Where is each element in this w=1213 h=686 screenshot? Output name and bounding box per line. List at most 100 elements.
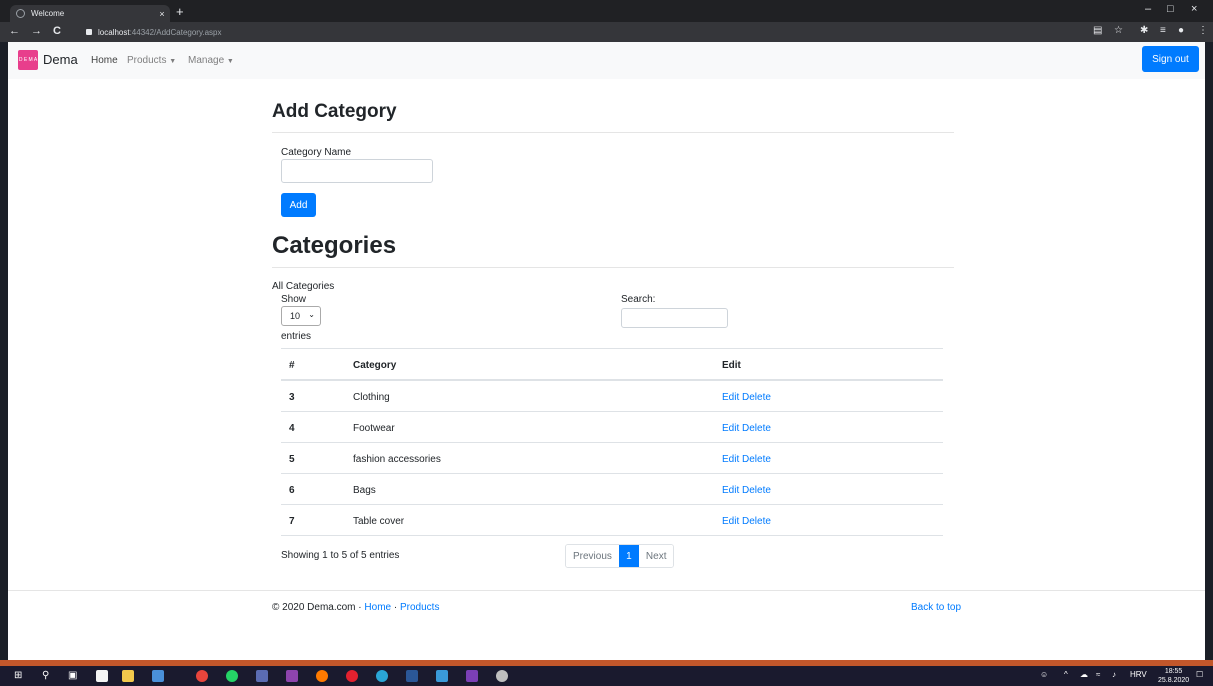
minimize-button[interactable]: –: [1145, 3, 1151, 15]
add-category-heading: Add Category: [272, 101, 397, 122]
kebab-menu-icon[interactable]: ⋮: [1198, 25, 1208, 36]
reading-list-icon[interactable]: ≡: [1160, 25, 1166, 36]
translate-icon[interactable]: ▤: [1093, 25, 1102, 36]
back-button[interactable]: ←: [9, 25, 20, 37]
close-window-button[interactable]: ×: [1191, 3, 1197, 15]
footer-divider: [8, 590, 1205, 591]
notifications-icon[interactable]: ☐: [1196, 670, 1203, 679]
edit-link[interactable]: Edit: [722, 423, 739, 434]
footer-home-link[interactable]: Home: [364, 602, 391, 613]
column-header-edit[interactable]: Edit: [722, 360, 741, 371]
back-to-top-link[interactable]: Back to top: [911, 602, 961, 613]
browser-toolbar: ← → C localhost:44342/AddCategory.aspx ▤…: [0, 22, 1213, 42]
clock-time: 18:55: [1164, 668, 1183, 675]
page-1-button[interactable]: 1: [618, 545, 639, 567]
nav-products[interactable]: Products ▼: [127, 55, 176, 66]
delete-link[interactable]: Delete: [742, 485, 771, 496]
column-header-category[interactable]: Category: [353, 360, 396, 371]
lock-icon: [86, 29, 92, 35]
nav-home[interactable]: Home: [91, 55, 118, 66]
profile-icon[interactable]: ●: [1178, 25, 1184, 36]
chrome-icon[interactable]: [196, 670, 208, 682]
footer-separator: ·: [391, 602, 400, 613]
visual-studio-code-icon[interactable]: [466, 670, 478, 682]
search-icon[interactable]: ⚲: [42, 670, 49, 681]
row-category: Table cover: [353, 516, 405, 527]
nav-manage-label: Manage: [188, 55, 225, 66]
delete-link[interactable]: Delete: [742, 454, 771, 465]
photos-icon[interactable]: [436, 670, 448, 682]
whatsapp-icon[interactable]: [226, 670, 238, 682]
paint-icon[interactable]: [496, 670, 508, 682]
task-view-icon[interactable]: ▣: [68, 670, 77, 681]
edge-icon[interactable]: [376, 670, 388, 682]
opera-icon[interactable]: [346, 670, 358, 682]
address-bar[interactable]: localhost:44342/AddCategory.aspx: [80, 24, 1080, 40]
column-header-id[interactable]: #: [289, 360, 295, 371]
row-category: Bags: [353, 485, 376, 496]
forward-button[interactable]: →: [31, 25, 42, 37]
url-path: :44342/AddCategory.aspx: [129, 27, 222, 37]
table-header: # Category Edit: [281, 349, 943, 381]
onedrive-icon[interactable]: ☁: [1080, 670, 1088, 679]
delete-link[interactable]: Delete: [742, 516, 771, 527]
table-caption: All Categories: [272, 281, 335, 292]
row-category: Clothing: [353, 392, 390, 403]
mail-icon[interactable]: [152, 670, 164, 682]
sql-server-icon[interactable]: [256, 670, 268, 682]
maximize-button[interactable]: □: [1167, 3, 1174, 15]
row-category: Footwear: [353, 423, 395, 434]
volume-icon[interactable]: ♪: [1112, 670, 1116, 679]
sign-out-button[interactable]: Sign out: [1142, 46, 1199, 72]
star-icon[interactable]: ☆: [1114, 25, 1123, 36]
caret-down-icon: ▼: [226, 58, 234, 65]
url-host: localhost: [98, 27, 130, 37]
system-clock[interactable]: 18:55 25.8.2020: [1158, 667, 1189, 685]
footer-products-link[interactable]: Products: [400, 602, 439, 613]
table-row: 7 Table cover Edit Delete: [281, 505, 943, 536]
firefox-icon[interactable]: [316, 670, 328, 682]
people-icon[interactable]: ☺: [1040, 670, 1048, 679]
page-length-select[interactable]: 10 ⌄: [281, 306, 321, 326]
category-name-input[interactable]: [281, 159, 433, 183]
brand-link[interactable]: Dema: [43, 52, 78, 67]
edit-link[interactable]: Edit: [722, 516, 739, 527]
tab-close-button[interactable]: ×: [154, 9, 170, 19]
edit-link[interactable]: Edit: [722, 485, 739, 496]
globe-icon: [16, 9, 25, 18]
language-indicator[interactable]: HRV: [1130, 670, 1147, 679]
nav-manage[interactable]: Manage ▼: [188, 55, 234, 66]
search-label: Search:: [621, 294, 656, 305]
page-viewport: D E M A Dema Home Products ▼ Manage ▼ Si…: [8, 42, 1205, 660]
browser-tab[interactable]: Welcome ×: [10, 5, 170, 22]
search-input[interactable]: [621, 308, 728, 328]
file-explorer-icon[interactable]: [122, 670, 134, 682]
edit-link[interactable]: Edit: [722, 454, 739, 465]
pagination: Previous 1 Next: [565, 544, 675, 568]
extensions-icon[interactable]: ✱: [1140, 25, 1148, 36]
row-id: 5: [289, 454, 295, 465]
entries-label: entries: [281, 331, 312, 342]
table-info: Showing 1 to 5 of 5 entries: [281, 550, 400, 561]
nav-products-label: Products: [127, 55, 167, 66]
table-row: 6 Bags Edit Delete: [281, 474, 943, 505]
wifi-icon[interactable]: ≈: [1096, 670, 1100, 679]
row-id: 6: [289, 485, 295, 496]
show-label: Show: [281, 294, 307, 305]
add-button[interactable]: Add: [281, 193, 316, 217]
word-icon[interactable]: [406, 670, 418, 682]
divider: [272, 267, 954, 268]
chevron-down-icon: ⌄: [308, 310, 315, 319]
site-logo[interactable]: D E M A: [18, 50, 38, 70]
reload-button[interactable]: C: [53, 25, 61, 37]
store-icon[interactable]: [96, 670, 108, 682]
delete-link[interactable]: Delete: [742, 423, 771, 434]
previous-page-button[interactable]: Previous: [566, 545, 619, 567]
visual-studio-icon[interactable]: [286, 670, 298, 682]
delete-link[interactable]: Delete: [742, 392, 771, 403]
chevron-up-icon[interactable]: ^: [1064, 670, 1068, 679]
edit-link[interactable]: Edit: [722, 392, 739, 403]
next-page-button[interactable]: Next: [638, 545, 674, 567]
new-tab-button[interactable]: +: [176, 4, 184, 20]
windows-start-icon[interactable]: ⊞: [14, 670, 22, 681]
